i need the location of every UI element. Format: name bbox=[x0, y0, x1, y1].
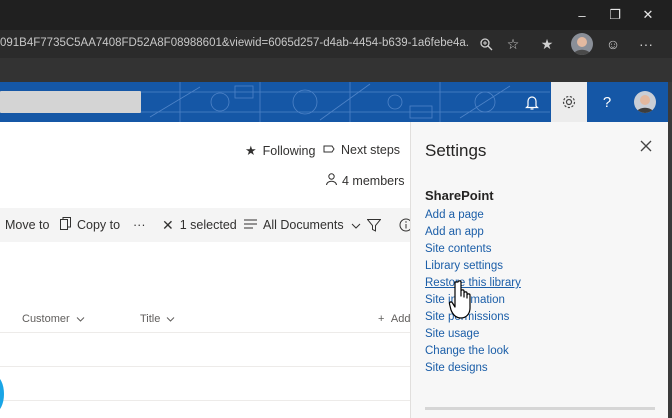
minimize-icon[interactable]: – bbox=[567, 0, 597, 30]
flag-icon bbox=[323, 143, 335, 157]
row-divider bbox=[0, 366, 410, 367]
favorite-star-icon[interactable]: ☆ bbox=[503, 34, 523, 54]
column-header-title[interactable]: Title bbox=[140, 313, 175, 325]
main-content: ★ Following Next steps 4 members bbox=[0, 122, 410, 418]
zoom-icon[interactable] bbox=[476, 34, 496, 54]
help-icon[interactable]: ? bbox=[589, 82, 625, 122]
browser-title-bar: – ❐ ✕ bbox=[0, 0, 672, 30]
more-label: ··· bbox=[133, 218, 146, 232]
add-column-label: Add bbox=[390, 313, 411, 325]
window-scrollbar[interactable] bbox=[668, 82, 672, 418]
column-header-customer[interactable]: Customer bbox=[22, 313, 85, 325]
blueprint-banner-pattern bbox=[140, 82, 550, 122]
list-icon bbox=[244, 218, 257, 232]
next-steps-button[interactable]: Next steps bbox=[323, 143, 400, 157]
settings-panel: Settings SharePoint Add a page Add an ap… bbox=[410, 122, 669, 418]
filter-icon[interactable] bbox=[367, 215, 381, 235]
view-switcher[interactable]: All Documents bbox=[244, 215, 361, 235]
url-field[interactable]: 091B4F7735C5AA7408FD52A8F08988601&viewid… bbox=[0, 37, 468, 49]
browser-menu-icon[interactable]: ··· bbox=[636, 34, 656, 54]
user-avatar[interactable] bbox=[634, 91, 656, 113]
close-icon: ✕ bbox=[162, 216, 174, 233]
chevron-down-icon bbox=[351, 218, 361, 232]
browser-tab-strip bbox=[0, 58, 672, 82]
copy-to-button[interactable]: Copy to bbox=[60, 215, 120, 235]
change-the-look-link[interactable]: Change the look bbox=[425, 345, 509, 357]
star-icon: ★ bbox=[245, 143, 257, 158]
emoji-feedback-icon[interactable]: ☺ bbox=[603, 34, 623, 54]
gear-icon[interactable] bbox=[551, 82, 587, 122]
view-label: All Documents bbox=[263, 218, 344, 232]
copy-to-label: Copy to bbox=[77, 218, 121, 232]
bell-icon[interactable] bbox=[514, 82, 550, 122]
site-contents-link[interactable]: Site contents bbox=[425, 243, 491, 255]
more-actions-button[interactable]: ··· bbox=[133, 215, 146, 235]
title-header-label: Title bbox=[140, 313, 161, 325]
favorites-list-icon[interactable]: ★ bbox=[537, 34, 557, 54]
following-label: Following bbox=[262, 144, 316, 158]
settings-title: Settings bbox=[425, 141, 487, 160]
members-label: 4 members bbox=[342, 173, 405, 188]
close-window-icon[interactable]: ✕ bbox=[633, 0, 663, 30]
add-a-page-link[interactable]: Add a page bbox=[425, 209, 484, 221]
sharepoint-section-heading: SharePoint bbox=[425, 188, 494, 203]
selected-count: 1 selected bbox=[179, 218, 237, 232]
library-settings-link[interactable]: Library settings bbox=[425, 260, 503, 272]
clear-selection-button[interactable]: ✕ 1 selected bbox=[162, 215, 237, 235]
customer-header-label: Customer bbox=[22, 313, 70, 325]
row-divider bbox=[0, 332, 410, 333]
search-input[interactable] bbox=[0, 91, 141, 113]
move-to-button[interactable]: Move to bbox=[5, 215, 49, 235]
row-divider bbox=[0, 400, 410, 401]
suite-bar: ? bbox=[0, 82, 672, 122]
site-usage-link[interactable]: Site usage bbox=[425, 328, 479, 340]
add-column-button[interactable]: + Add bbox=[378, 313, 410, 325]
follow-button[interactable]: ★ Following bbox=[245, 143, 315, 159]
members-button[interactable]: 4 members bbox=[326, 173, 405, 188]
restore-icon[interactable]: ❐ bbox=[600, 0, 630, 30]
address-bar: 091B4F7735C5AA7408FD52A8F08988601&viewid… bbox=[0, 30, 672, 58]
close-icon[interactable] bbox=[640, 139, 652, 156]
person-icon bbox=[326, 173, 337, 188]
panel-bottom-divider bbox=[425, 407, 655, 410]
chevron-down-icon bbox=[166, 313, 175, 325]
chevron-down-icon bbox=[76, 313, 85, 325]
plus-icon: + bbox=[378, 313, 385, 325]
next-steps-label: Next steps bbox=[341, 143, 401, 157]
hand-pointer-icon bbox=[446, 280, 476, 320]
browser-profile-avatar[interactable] bbox=[571, 33, 593, 55]
copy-icon bbox=[60, 217, 71, 233]
site-designs-link[interactable]: Site designs bbox=[425, 362, 488, 374]
move-to-label: Move to bbox=[5, 218, 50, 232]
add-an-app-link[interactable]: Add an app bbox=[425, 226, 484, 238]
